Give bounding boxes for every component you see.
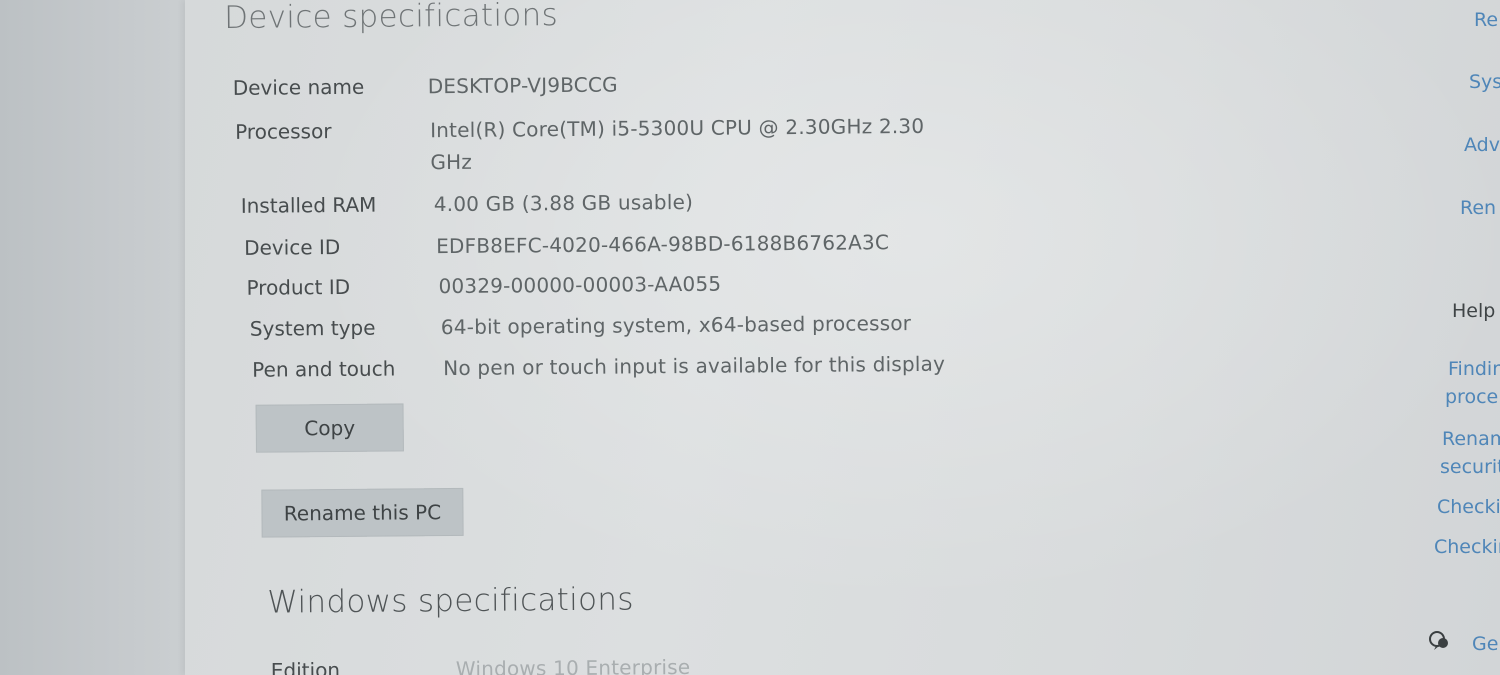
spec-label: Installed RAM: [240, 192, 377, 218]
related-link[interactable]: Sys: [1469, 68, 1500, 96]
spec-value: 64-bit operating system, x64-based proce…: [440, 310, 912, 340]
spec-label: Device name: [232, 74, 365, 100]
get-help-icon[interactable]: [1428, 630, 1450, 652]
about-page: Device specifications Device name DESKTO…: [222, 0, 1228, 675]
spec-label: Edition: [270, 657, 341, 675]
help-link-rename-security[interactable]: securit: [1440, 453, 1500, 481]
spec-value: EDFB8EFC-4020-466A-98BD-6188B6762A3C: [436, 230, 890, 259]
help-heading: Help: [1452, 300, 1496, 322]
help-link-rename-security[interactable]: Renam: [1442, 425, 1500, 453]
related-link[interactable]: Re: [1474, 6, 1498, 34]
help-link-checking[interactable]: Checkir: [1437, 493, 1500, 521]
spec-value: 4.00 GB (3.88 GB usable): [433, 189, 694, 217]
help-link-checking[interactable]: Checkir: [1434, 533, 1500, 561]
rename-this-pc-button[interactable]: Rename this PC: [261, 487, 464, 538]
help-link-finding-processor[interactable]: proce: [1445, 383, 1498, 411]
related-link[interactable]: Adv: [1464, 131, 1500, 159]
copy-button[interactable]: Copy: [255, 403, 404, 453]
help-link-finding-processor[interactable]: Findir: [1448, 355, 1500, 383]
spec-label: System type: [249, 315, 376, 341]
related-link[interactable]: Ren: [1460, 194, 1496, 222]
spec-row-system-type: System type 64-bit operating system, x64…: [225, 305, 1185, 341]
spec-value: Intel(R) Core(TM) i5-5300U CPU @ 2.30GHz…: [430, 113, 925, 175]
spec-row-processor: Processor Intel(R) Core(TM) i5-5300U CPU…: [223, 108, 1183, 174]
spec-label: Device ID: [244, 234, 341, 260]
spec-row-installed-ram: Installed RAM 4.00 GB (3.88 GB usable): [224, 182, 1184, 218]
screen: Device specifications Device name DESKTO…: [0, 0, 1500, 675]
get-help-link[interactable]: Ge: [1472, 630, 1498, 658]
device-specifications-title: Device specifications: [223, 0, 559, 36]
spec-value: DESKTOP-VJ9BCCG: [427, 72, 618, 99]
spec-value: 00329-00000-00003-AA055: [438, 271, 722, 299]
spec-value: Windows 10 Enterprise: [455, 654, 691, 675]
spec-row-edition: Edition Windows 10 Enterprise: [228, 647, 1188, 675]
spec-value: No pen or touch input is available for t…: [443, 351, 946, 381]
spec-row-device-name: Device name DESKTOP-VJ9BCCG: [223, 64, 1183, 100]
spec-label: Pen and touch: [252, 356, 396, 382]
spec-row-pen-and-touch: Pen and touch No pen or touch input is a…: [225, 346, 1185, 382]
desktop-background: [0, 0, 190, 675]
spec-label: Product ID: [246, 274, 351, 300]
spec-label: Processor: [235, 119, 332, 144]
windows-specifications-title: Windows specifications: [267, 581, 634, 621]
spec-row-device-id: Device ID EDFB8EFC-4020-466A-98BD-6188B6…: [224, 224, 1184, 260]
spec-row-product-id: Product ID 00329-00000-00003-AA055: [224, 264, 1184, 300]
